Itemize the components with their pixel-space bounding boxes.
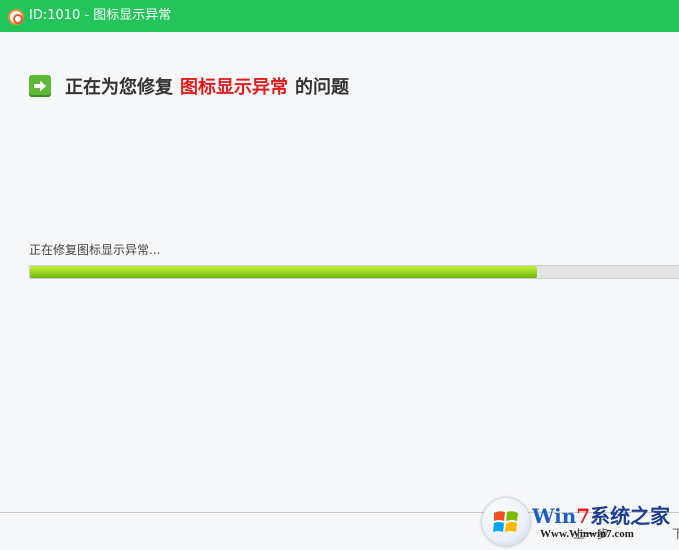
window-title: ID:1010 - 图标显示异常 <box>29 8 172 23</box>
watermark: Win7系统之家 Www.Winwin7.com <box>480 496 679 550</box>
arrow-right-icon <box>29 75 51 97</box>
heading-prefix: 正在为您修复 <box>65 77 173 98</box>
heading-suffix: 的问题 <box>295 77 349 98</box>
watermark-url: Www.Winwin7.com <box>540 528 634 540</box>
status-text: 正在修复图标显示异常... <box>29 243 161 257</box>
progress-fill <box>30 266 537 278</box>
progress-bar <box>29 265 679 279</box>
page-heading: 正在为您修复 图标显示异常 的问题 <box>29 74 349 98</box>
title-bar: ID:1010 - 图标显示异常 <box>0 0 679 32</box>
watermark-brand: Win7系统之家 <box>532 504 671 528</box>
heading-highlight: 图标显示异常 <box>180 77 288 98</box>
lifebuoy-icon <box>8 9 24 25</box>
windows-logo-icon <box>482 498 530 546</box>
